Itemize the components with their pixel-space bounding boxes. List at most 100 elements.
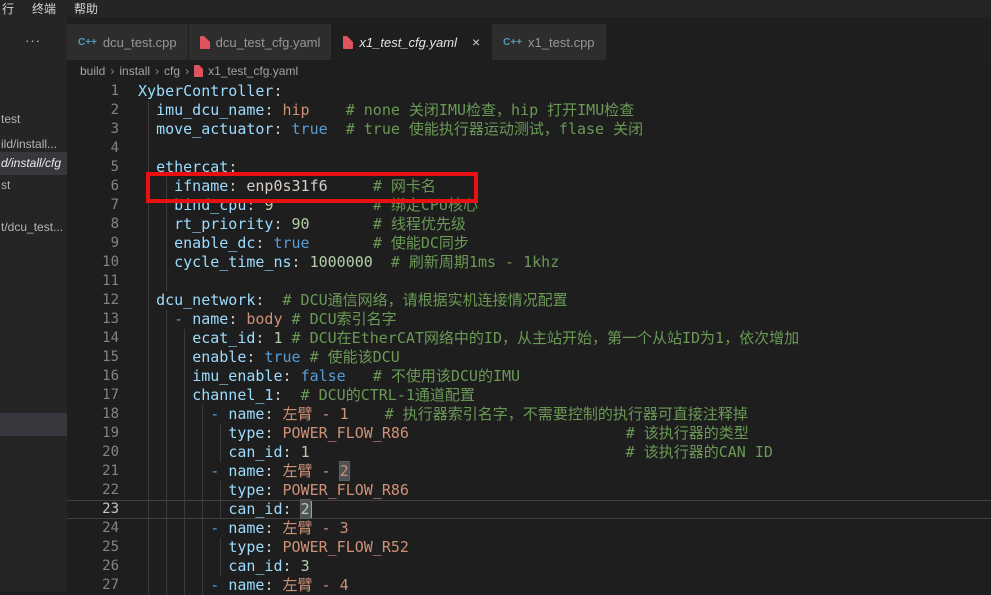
code-line[interactable]: 26 can_id: 3	[67, 557, 991, 576]
line-number: 24	[67, 519, 119, 538]
menu-item-help[interactable]: 帮助	[65, 0, 107, 17]
chevron-right-icon: ›	[155, 64, 159, 78]
line-number: 18	[67, 405, 119, 424]
code-text: - name: 左臂 - 2	[138, 462, 349, 481]
code-line[interactable]: 1XyberController:	[67, 82, 991, 101]
breadcrumb: build › install › cfg › x1_test_cfg.yaml	[67, 60, 991, 82]
breadcrumb-item-install[interactable]: install	[119, 64, 150, 78]
code-text: enable_dc: true # 使能DC同步	[138, 234, 469, 253]
code-line[interactable]: 10 cycle_time_ns: 1000000 # 刷新周期1ms - 1k…	[67, 253, 991, 272]
line-number: 21	[67, 462, 119, 481]
sidebar-item[interactable]: test	[1, 112, 20, 127]
code-text: dcu_network: # DCU通信网络，请根据实机连接情况配置	[138, 291, 568, 310]
line-number: 14	[67, 329, 119, 348]
chevron-right-icon: ›	[110, 64, 114, 78]
more-actions-icon[interactable]: ···	[25, 33, 41, 48]
breadcrumb-item-file[interactable]: x1_test_cfg.yaml	[208, 64, 298, 78]
close-icon[interactable]: ×	[472, 34, 480, 50]
code-line[interactable]: 13 - name: body # DCU索引名字	[67, 310, 991, 329]
line-number: 8	[67, 215, 119, 234]
code-line[interactable]: 2 imu_dcu_name: hip # none 关闭IMU检查，hip 打…	[67, 101, 991, 120]
line-number: 15	[67, 348, 119, 367]
menu-bar: 行 终端 帮助	[0, 0, 991, 17]
code-line[interactable]: 5 ethercat:	[67, 158, 991, 177]
code-text: can_id: 2	[138, 500, 310, 519]
sidebar-highlighted-row[interactable]	[0, 413, 67, 436]
code-line[interactable]: 24 - name: 左臂 - 3	[67, 519, 991, 538]
tab-dcu-test-cpp[interactable]: C++ dcu_test.cpp	[67, 24, 189, 60]
code-text: - name: 左臂 - 1 # 执行器索引名字，不需要控制的执行器可直接注释掉	[138, 405, 748, 424]
line-number: 22	[67, 481, 119, 500]
sidebar: ··· test ild/install... d/install/cfg st…	[0, 17, 67, 592]
yaml-file-icon	[194, 65, 203, 77]
code-line[interactable]: 25 type: POWER_FLOW_R52	[67, 538, 991, 557]
yaml-file-icon	[200, 36, 210, 49]
indent-guide	[166, 272, 167, 291]
vscode-window: { "window": { "menu": ["行", "终端", "帮助"] …	[0, 0, 991, 592]
code-editor[interactable]: 1XyberController:2 imu_dcu_name: hip # n…	[67, 82, 991, 592]
tab-dcu-test-cfg-yaml[interactable]: dcu_test_cfg.yaml	[189, 24, 333, 60]
indent-guide	[148, 139, 149, 158]
code-line[interactable]: 4	[67, 139, 991, 158]
code-text: - name: body # DCU索引名字	[138, 310, 397, 329]
sidebar-item[interactable]: t/dcu_test...	[1, 220, 63, 235]
tab-label: x1_test_cfg.yaml	[359, 35, 457, 50]
code-line[interactable]: 6 ifname: enp0s31f6 # 网卡名	[67, 177, 991, 196]
sidebar-item[interactable]: st	[1, 178, 10, 193]
line-number: 26	[67, 557, 119, 576]
code-line[interactable]: 11	[67, 272, 991, 291]
sidebar-item[interactable]: ild/install...	[1, 137, 57, 152]
code-line[interactable]: 21 - name: 左臂 - 2	[67, 462, 991, 481]
tab-x1-test-cfg-yaml-active[interactable]: x1_test_cfg.yaml ×	[332, 24, 492, 60]
line-number: 5	[67, 158, 119, 177]
code-line[interactable]: 19 type: POWER_FLOW_R86 # 该执行器的类型	[67, 424, 991, 443]
code-line[interactable]: 27 - name: 左臂 - 4	[67, 576, 991, 595]
line-number: 9	[67, 234, 119, 253]
line-number: 19	[67, 424, 119, 443]
tab-bar: C++ dcu_test.cpp dcu_test_cfg.yaml x1_te…	[67, 17, 991, 60]
line-number: 23	[67, 500, 119, 519]
line-number: 7	[67, 196, 119, 215]
code-line[interactable]: 3 move_actuator: true # true 使能执行器运动测试，f…	[67, 120, 991, 139]
yaml-file-icon	[343, 36, 353, 49]
code-line[interactable]: 20 can_id: 1 # 该执行器的CAN ID	[67, 443, 991, 462]
line-number: 6	[67, 177, 119, 196]
code-text: can_id: 1 # 该执行器的CAN ID	[138, 443, 773, 462]
line-number: 20	[67, 443, 119, 462]
code-text: move_actuator: true # true 使能执行器运动测试，fla…	[138, 120, 643, 139]
code-text: can_id: 3	[138, 557, 310, 576]
code-line[interactable]: 14 ecat_id: 1 # DCU在EtherCAT网络中的ID，从主站开始…	[67, 329, 991, 348]
line-number: 17	[67, 386, 119, 405]
tab-label: x1_test.cpp	[528, 35, 595, 50]
code-line[interactable]: 7 bind_cpu: 9 # 绑定CPU核心	[67, 196, 991, 215]
line-number: 27	[67, 576, 119, 595]
menu-item-terminal[interactable]: 终端	[23, 0, 65, 17]
breadcrumb-item-build[interactable]: build	[80, 64, 105, 78]
cpp-file-icon: C++	[78, 37, 97, 48]
line-number: 4	[67, 139, 119, 158]
sidebar-item-active[interactable]: d/install/cfg	[1, 156, 61, 171]
tab-x1-test-cpp[interactable]: C++ x1_test.cpp	[492, 24, 606, 60]
indent-guide	[148, 272, 149, 291]
code-line[interactable]: 22 type: POWER_FLOW_R86	[67, 481, 991, 500]
code-line[interactable]: 16 imu_enable: false # 不使用该DCU的IMU	[67, 367, 991, 386]
menu-item-run[interactable]: 行	[0, 0, 23, 17]
code-line[interactable]: 23 can_id: 2	[67, 500, 991, 519]
code-line[interactable]: 9 enable_dc: true # 使能DC同步	[67, 234, 991, 253]
editor-group: C++ dcu_test.cpp dcu_test_cfg.yaml x1_te…	[67, 17, 991, 592]
code-line[interactable]: 8 rt_priority: 90 # 线程优先级	[67, 215, 991, 234]
tab-label: dcu_test.cpp	[103, 35, 177, 50]
code-text: type: POWER_FLOW_R86	[138, 481, 409, 500]
code-line[interactable]: 15 enable: true # 使能该DCU	[67, 348, 991, 367]
code-line[interactable]: 18 - name: 左臂 - 1 # 执行器索引名字，不需要控制的执行器可直接…	[67, 405, 991, 424]
code-text: - name: 左臂 - 4	[138, 576, 349, 595]
code-line[interactable]: 12 dcu_network: # DCU通信网络，请根据实机连接情况配置	[67, 291, 991, 310]
code-text: XyberController:	[138, 82, 283, 101]
code-text: ecat_id: 1 # DCU在EtherCAT网络中的ID，从主站开始，第一…	[138, 329, 799, 348]
code-line[interactable]: 17 channel_1: # DCU的CTRL-1通道配置	[67, 386, 991, 405]
line-number: 13	[67, 310, 119, 329]
code-text: - name: 左臂 - 3	[138, 519, 349, 538]
breadcrumb-item-cfg[interactable]: cfg	[164, 64, 180, 78]
line-number: 11	[67, 272, 119, 291]
code-text: cycle_time_ns: 1000000 # 刷新周期1ms - 1khz	[138, 253, 559, 272]
